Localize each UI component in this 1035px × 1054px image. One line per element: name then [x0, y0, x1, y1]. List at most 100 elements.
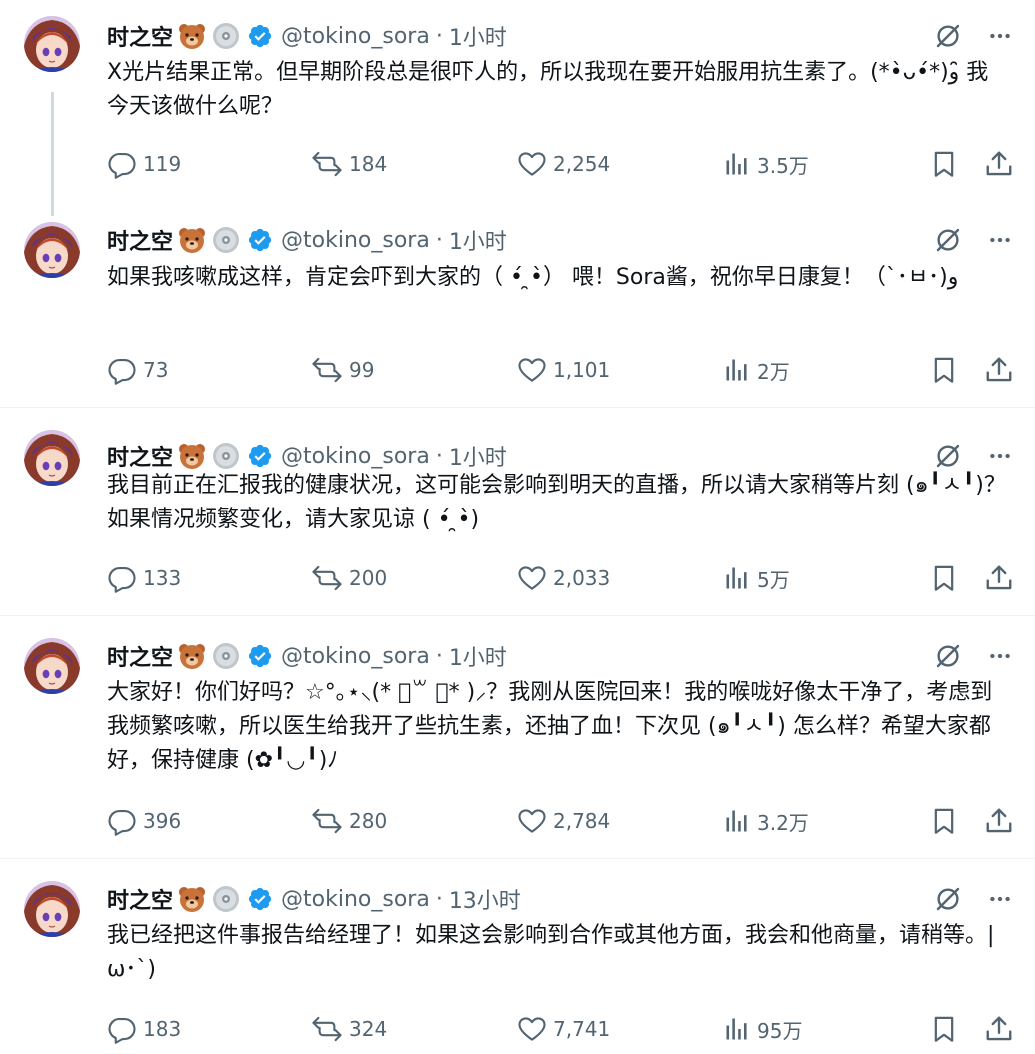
tweet[interactable]: 时之空 @tokino_sora · 1小时 X光片结果正常。但早期阶段总是很吓…: [0, 0, 1035, 216]
like-button[interactable]: 2,784: [517, 803, 610, 839]
bear-face-icon: [177, 225, 207, 255]
heart-icon: [517, 149, 553, 179]
grok-icon[interactable]: [933, 884, 963, 914]
views-button[interactable]: 95万: [723, 1011, 802, 1047]
views-button[interactable]: 3.2万: [723, 803, 809, 839]
verified-badge-icon[interactable]: [247, 227, 273, 253]
like-count: 2,784: [553, 809, 611, 833]
like-count: 1,101: [553, 358, 611, 382]
tweet-actions: 133 200 2,033 5万: [107, 560, 1014, 596]
timestamp[interactable]: 1小时: [449, 20, 507, 52]
author-handle[interactable]: @tokino_sora: [281, 228, 430, 253]
more-icon[interactable]: [987, 643, 1013, 669]
avatar[interactable]: [24, 638, 80, 694]
avatar[interactable]: [24, 16, 80, 72]
tweet[interactable]: 时之空 @tokino_sora · 13小时 我已经把这件事报告给经理了！如果…: [0, 859, 1035, 1054]
retweet-button[interactable]: 99: [311, 352, 374, 388]
bookmark-icon: [930, 149, 964, 179]
timestamp[interactable]: 1小时: [449, 440, 507, 472]
verified-badge-icon[interactable]: [247, 443, 273, 469]
separator-dot: ·: [435, 643, 443, 669]
verified-badge-icon[interactable]: [247, 643, 273, 669]
views-icon: [723, 356, 757, 384]
disc-icon: [211, 441, 241, 471]
verified-badge-icon[interactable]: [247, 886, 273, 912]
retweet-button[interactable]: 324: [311, 1011, 387, 1047]
views-button[interactable]: 3.5万: [723, 146, 809, 182]
like-button[interactable]: 1,101: [517, 352, 610, 388]
view-count: 3.5万: [757, 153, 809, 178]
reply-button[interactable]: 183: [107, 1011, 181, 1047]
bookmark-button[interactable]: [930, 352, 964, 388]
retweet-count: 324: [349, 1017, 388, 1041]
reply-button[interactable]: 119: [107, 146, 181, 182]
reply-button[interactable]: 133: [107, 560, 181, 596]
avatar[interactable]: [24, 881, 80, 937]
reply-button[interactable]: 396: [107, 803, 181, 839]
tweet-header: 时之空 @tokino_sora · 13小时: [107, 881, 521, 917]
like-count: 2,033: [553, 566, 611, 590]
bookmark-button[interactable]: [930, 803, 964, 839]
author-handle[interactable]: @tokino_sora: [281, 444, 430, 469]
author-name[interactable]: 时之空: [107, 20, 173, 52]
views-button[interactable]: 2万: [723, 352, 790, 388]
author-name[interactable]: 时之空: [107, 640, 173, 672]
timestamp[interactable]: 1小时: [449, 640, 507, 672]
share-button[interactable]: [984, 352, 1020, 388]
like-count: 7,741: [553, 1017, 611, 1041]
author-name[interactable]: 时之空: [107, 224, 173, 256]
bookmark-button[interactable]: [930, 146, 964, 182]
grok-icon[interactable]: [933, 641, 963, 671]
views-icon: [723, 564, 757, 592]
grok-icon[interactable]: [933, 225, 963, 255]
disc-icon: [211, 21, 241, 51]
reply-button[interactable]: 73: [107, 352, 168, 388]
reply-count: 183: [143, 1017, 182, 1041]
more-icon[interactable]: [987, 886, 1013, 912]
like-button[interactable]: 2,033: [517, 560, 610, 596]
tweet[interactable]: 时之空 @tokino_sora · 1小时 如果我咳嗽成这样，肯定会吓到大家的…: [0, 200, 1035, 408]
avatar[interactable]: [24, 222, 80, 278]
author-name[interactable]: 时之空: [107, 883, 173, 915]
retweet-button[interactable]: 280: [311, 803, 387, 839]
view-count: 3.2万: [757, 810, 809, 835]
more-icon[interactable]: [987, 443, 1013, 469]
tweet-text: 我目前正在汇报我的健康状况，这可能会影响到明天的直播，所以请大家稍等片刻 (๑╹…: [107, 473, 1006, 532]
retweet-button[interactable]: 184: [311, 146, 387, 182]
bookmark-button[interactable]: [930, 1011, 964, 1047]
heart-icon: [517, 563, 553, 593]
share-button[interactable]: [984, 560, 1020, 596]
tweet-header: 时之空 @tokino_sora · 1小时: [107, 638, 507, 674]
views-icon: [723, 807, 757, 835]
tweet-top-actions: [933, 881, 1013, 917]
grok-icon[interactable]: [933, 441, 963, 471]
share-button[interactable]: [984, 1011, 1020, 1047]
tweet-actions: 396 280 2,784 3.2万: [107, 803, 1014, 839]
bear-face-icon: [177, 884, 207, 914]
author-handle[interactable]: @tokino_sora: [281, 24, 430, 49]
bear-face-icon: [177, 21, 207, 51]
bookmark-button[interactable]: [930, 560, 964, 596]
tweet[interactable]: 时之空 @tokino_sora · 1小时 大家好！你们好吗？☆°｡⋆⸜(* …: [0, 616, 1035, 859]
share-icon: [984, 355, 1020, 385]
timestamp[interactable]: 1小时: [449, 224, 507, 256]
more-icon[interactable]: [987, 23, 1013, 49]
reply-count: 73: [143, 358, 169, 382]
timestamp[interactable]: 13小时: [449, 883, 521, 915]
share-button[interactable]: [984, 146, 1020, 182]
verified-badge-icon[interactable]: [247, 23, 273, 49]
author-handle[interactable]: @tokino_sora: [281, 644, 430, 669]
like-button[interactable]: 7,741: [517, 1011, 610, 1047]
more-icon[interactable]: [987, 227, 1013, 253]
avatar[interactable]: [24, 430, 80, 486]
like-button[interactable]: 2,254: [517, 146, 610, 182]
retweet-button[interactable]: 200: [311, 560, 387, 596]
author-name[interactable]: 时之空: [107, 440, 173, 472]
tweet[interactable]: 时之空 @tokino_sora · 1小时 我目前正在汇报我的健康状况，这可能…: [0, 408, 1035, 616]
author-handle[interactable]: @tokino_sora: [281, 887, 430, 912]
separator-dot: ·: [435, 23, 443, 49]
grok-icon[interactable]: [933, 21, 963, 51]
heart-icon: [517, 806, 553, 836]
views-button[interactable]: 5万: [723, 560, 790, 596]
share-button[interactable]: [984, 803, 1020, 839]
